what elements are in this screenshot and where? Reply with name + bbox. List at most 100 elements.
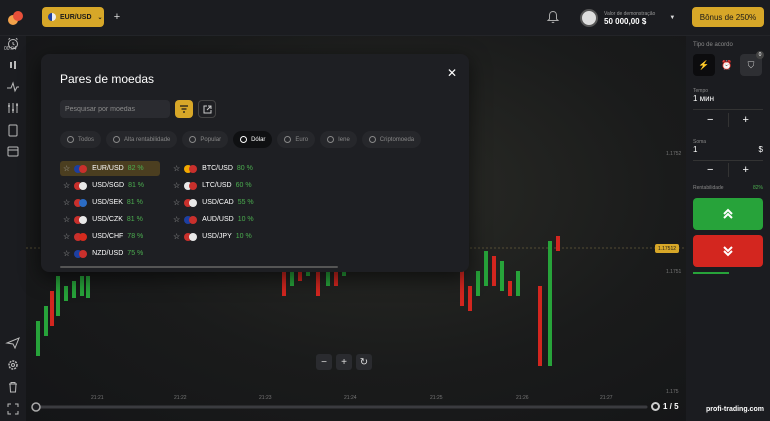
candle	[538, 286, 542, 366]
fullscreen-icon[interactable]	[5, 402, 21, 416]
star-icon[interactable]: ☆	[173, 164, 180, 173]
pair-row[interactable]: ☆ AUD/USD 10 %	[170, 212, 270, 227]
candle	[44, 306, 48, 336]
pair-row[interactable]: ☆ USD/CAD 55 %	[170, 195, 270, 210]
pair-row[interactable]: ☆ LTC/USD 60 %	[170, 178, 270, 193]
candle	[556, 236, 560, 251]
filter-button[interactable]	[175, 100, 193, 118]
pair-profit: 81 %	[128, 182, 145, 189]
category-todos[interactable]: Todos	[60, 131, 102, 148]
category-euro[interactable]: Euro	[277, 131, 316, 148]
category-label: Iene	[338, 136, 350, 143]
currency-flags-icon	[74, 198, 88, 207]
currency-flags-icon	[184, 164, 198, 173]
euro-icon	[284, 136, 292, 143]
sum-increase-button[interactable]: +	[729, 163, 764, 177]
open-external-button[interactable]	[198, 100, 216, 118]
candle	[484, 251, 488, 286]
candles-icon[interactable]	[5, 58, 21, 72]
pair-name: USD/CHF	[92, 233, 124, 240]
pair-name: AUD/USD	[202, 216, 234, 223]
star-icon[interactable]: ☆	[63, 198, 70, 207]
star-icon[interactable]: ☆	[63, 215, 70, 224]
star-icon[interactable]: ☆	[63, 232, 70, 241]
account-menu[interactable]: Valor de demonstração 50 000,00 $ ▼	[580, 8, 675, 28]
add-asset-button[interactable]: +	[108, 7, 126, 27]
deal-type-clock-button[interactable]: ⏰	[716, 54, 738, 76]
indicators-icon[interactable]	[5, 80, 21, 94]
pair-name: USD/JPY	[202, 233, 232, 240]
star-icon[interactable]: ☆	[63, 164, 70, 173]
reset-zoom-button[interactable]: ↻	[356, 354, 372, 370]
category-iene[interactable]: Iene	[320, 131, 357, 148]
pair-row[interactable]: ☆ EUR/USD 82 %	[60, 161, 160, 176]
category-label: Dólar	[251, 136, 266, 143]
asset-label: EUR/USD	[60, 13, 92, 21]
sell-down-button[interactable]	[693, 235, 763, 267]
grid-icon	[67, 136, 74, 143]
currency-flags-icon	[74, 232, 88, 241]
pair-row[interactable]: ☆ USD/CZK 81 %	[60, 212, 160, 227]
time-field[interactable]: Tempo 1 мин	[693, 88, 763, 110]
category-dólar[interactable]: Dólar	[233, 131, 273, 148]
bell-icon[interactable]	[546, 10, 560, 24]
avatar	[580, 9, 598, 27]
chart-page-indicator[interactable]: 1 / 5	[651, 402, 679, 411]
candle	[72, 281, 76, 298]
star-icon[interactable]: ☆	[63, 181, 70, 190]
star-icon[interactable]: ☆	[173, 215, 180, 224]
time-increase-button[interactable]: +	[729, 113, 764, 127]
send-icon[interactable]	[5, 336, 21, 350]
double-chevron-up-icon	[723, 208, 733, 219]
candle	[36, 321, 40, 356]
search-input[interactable]	[60, 100, 170, 118]
pair-row[interactable]: ☆ BTC/USD 80 %	[170, 161, 270, 176]
calendar-icon[interactable]	[5, 144, 21, 158]
time-decrease-button[interactable]: −	[693, 113, 729, 127]
asset-selector-button[interactable]: EUR/USD ⌄	[42, 7, 104, 27]
chevron-down-icon: ▼	[669, 15, 676, 21]
bonus-button[interactable]: Bônus de 250%	[692, 7, 764, 27]
sum-decrease-button[interactable]: −	[693, 163, 729, 177]
modal-scrollbar[interactable]	[60, 266, 338, 268]
close-icon[interactable]: ✕	[445, 66, 459, 80]
currency-flags-icon	[184, 198, 198, 207]
pair-profit: 10 %	[235, 233, 252, 240]
category-alta-rentabilidade[interactable]: Alta rentabilidade	[106, 131, 178, 148]
buy-up-button[interactable]	[693, 198, 763, 230]
rentability-value: 82%	[752, 185, 763, 191]
candle	[460, 271, 464, 306]
sliders-icon[interactable]	[5, 101, 21, 115]
pair-name: LTC/USD	[202, 182, 232, 189]
star-icon[interactable]: ☆	[173, 198, 180, 207]
settings-gear-icon[interactable]	[5, 358, 21, 372]
pair-row[interactable]: ☆ USD/SEK 81 %	[60, 195, 160, 210]
category-criptomoeda[interactable]: Criptomoeda	[361, 131, 422, 148]
pair-row[interactable]: ☆ USD/CHF 78 %	[60, 229, 160, 244]
star-icon[interactable]: ☆	[173, 181, 180, 190]
top-bar: EUR/USD ⌄ + Valor de demonstração 50 000…	[0, 0, 770, 36]
pair-row[interactable]: ☆ USD/JPY 10 %	[170, 229, 270, 244]
deal-type-label: Tipo de acordo	[693, 42, 733, 48]
candle	[56, 276, 60, 316]
candle	[500, 261, 504, 291]
rentability-row: Rentabilidade 82%	[693, 185, 763, 191]
deal-type-lightning-button[interactable]: ⚡	[693, 54, 715, 76]
time-axis-label: 21:23	[259, 395, 272, 401]
pair-row[interactable]: ☆ NZD/USD 75 %	[60, 246, 160, 261]
clipboard-icon[interactable]	[5, 123, 21, 137]
eur-flag-icon	[48, 13, 56, 21]
account-balance: 50 000,00 $	[604, 16, 647, 26]
trash-icon[interactable]	[5, 380, 21, 394]
category-label: Euro	[295, 136, 309, 143]
star-icon[interactable]: ☆	[173, 232, 180, 241]
pair-profit: 81 %	[126, 216, 143, 223]
candle	[316, 271, 320, 296]
sum-field[interactable]: Soma 1 $	[693, 139, 763, 161]
pair-row[interactable]: ☆ USD/SGD 81 %	[60, 178, 160, 193]
zoom-in-button[interactable]: +	[336, 354, 352, 370]
pair-profit: 60 %	[235, 182, 252, 189]
category-popular[interactable]: Popular	[182, 131, 229, 148]
zoom-out-button[interactable]: −	[316, 354, 332, 370]
star-icon[interactable]: ☆	[63, 249, 70, 258]
